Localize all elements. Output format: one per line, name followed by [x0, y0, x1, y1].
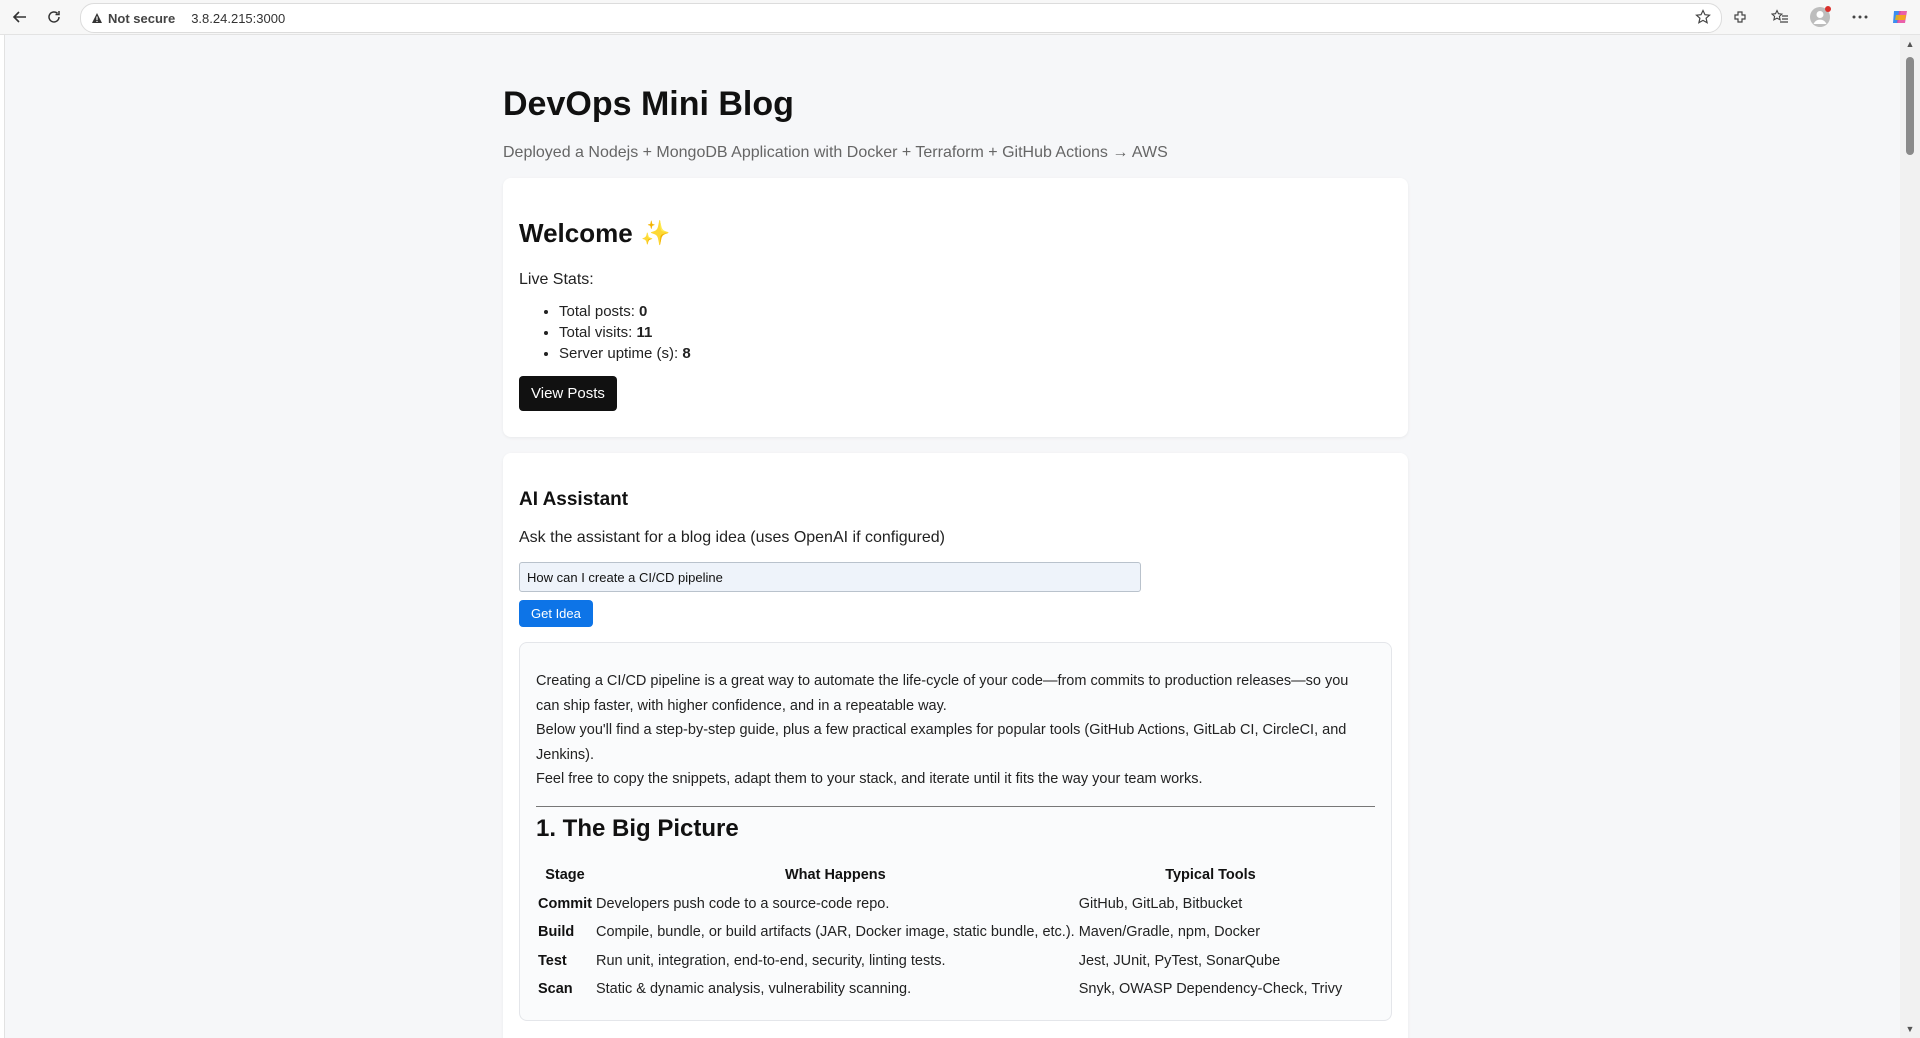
tools-cell: Snyk, OWASP Dependency-Check, Trivy	[1078, 981, 1343, 997]
pipeline-stages-table: Stage What Happens Typical Tools Commit …	[536, 861, 1344, 1004]
tools-cell: Jest, JUnit, PyTest, SonarQube	[1078, 952, 1281, 969]
page-subtitle: Deployed a Nodejs + MongoDB Application …	[503, 144, 1168, 161]
warning-icon	[92, 13, 102, 23]
reload-icon[interactable]	[40, 3, 68, 31]
page-title: DevOps Mini Blog	[503, 85, 794, 123]
ai-assistant-description: Ask the assistant for a blog idea (uses …	[519, 529, 946, 546]
ai-assistant-card: AI Assistant Ask the assistant for a blo…	[503, 453, 1408, 1038]
stage-cell: Build	[538, 924, 575, 940]
column-header: Stage	[545, 867, 585, 883]
view-posts-button[interactable]: View Posts	[519, 376, 617, 411]
extensions-icon[interactable]	[1720, 9, 1760, 25]
stat-total-posts: Total posts: 0	[559, 301, 1392, 322]
favorites-icon[interactable]	[1760, 9, 1800, 25]
stat-value: 11	[636, 324, 653, 341]
back-icon[interactable]	[6, 3, 34, 31]
tools-cell: GitHub, GitLab, Bitbucket	[1078, 895, 1243, 912]
stat-value: 8	[682, 345, 691, 362]
profile-avatar-icon[interactable]	[1800, 6, 1840, 28]
stat-value: 0	[639, 303, 648, 320]
security-label: Not secure	[108, 10, 176, 26]
more-menu-icon[interactable]	[1840, 15, 1880, 19]
page-scrollbar[interactable]: ▲ ▼	[1900, 35, 1920, 1038]
copilot-icon[interactable]	[1880, 7, 1920, 27]
scroll-up-icon[interactable]: ▲	[1905, 39, 1915, 49]
what-cell: Static & dynamic analysis, vulnerability…	[595, 981, 912, 997]
response-paragraph: Feel free to copy the snippets, adapt th…	[536, 771, 1203, 787]
get-idea-button[interactable]: Get Idea	[519, 600, 593, 627]
divider	[536, 805, 1375, 807]
browser-toolbar: Not secure 3.8.24.215:3000	[0, 0, 1920, 35]
stat-label: Total visits:	[559, 324, 637, 341]
table-row: Build Compile, bundle, or build artifact…	[536, 918, 1344, 947]
stat-server-uptime: Server uptime (s): 8	[559, 343, 1392, 364]
stat-label: Total posts:	[559, 303, 640, 320]
welcome-heading-text: Welcome	[519, 218, 633, 248]
star-icon[interactable]	[1695, 9, 1711, 28]
column-header: What Happens	[784, 867, 886, 883]
stage-cell: Commit	[538, 895, 592, 912]
column-header: Typical Tools	[1165, 867, 1256, 883]
response-section-heading: 1. The Big Picture	[536, 814, 739, 842]
response-paragraph: Below you'll find a step-by-step guide, …	[536, 722, 1347, 763]
security-indicator[interactable]: Not secure	[91, 11, 175, 26]
url-text[interactable]: 3.8.24.215:3000	[191, 11, 285, 26]
welcome-heading: Welcome ✨	[519, 218, 1392, 249]
welcome-card: Welcome ✨ Live Stats: Total posts: 0 Tot…	[503, 178, 1408, 437]
table-row: Scan Static & dynamic analysis, vulnerab…	[536, 975, 1344, 1004]
stat-label: Server uptime (s):	[559, 345, 683, 362]
stat-total-visits: Total visits: 11	[559, 322, 1392, 343]
live-stats-label: Live Stats:	[519, 271, 594, 288]
table-row: Test Run unit, integration, end-to-end, …	[536, 947, 1344, 976]
response-paragraph: Creating a CI/CD pipeline is a great way…	[536, 673, 1349, 714]
table-row: Commit Developers push code to a source-…	[536, 890, 1344, 919]
tools-cell: Maven/Gradle, npm, Docker	[1078, 924, 1261, 940]
idea-prompt-input[interactable]	[519, 562, 1141, 592]
what-cell: Compile, bundle, or build artifacts (JAR…	[595, 924, 1075, 940]
stats-list: Total posts: 0 Total visits: 11 Server u…	[519, 301, 1392, 364]
stage-cell: Test	[538, 952, 567, 969]
address-bar[interactable]: Not secure 3.8.24.215:3000	[80, 3, 1722, 33]
assistant-response: Creating a CI/CD pipeline is a great way…	[519, 642, 1392, 1021]
scroll-down-icon[interactable]: ▼	[1905, 1024, 1915, 1034]
sparkles-icon: ✨	[640, 220, 671, 247]
table-header-row: Stage What Happens Typical Tools	[536, 861, 1344, 890]
what-cell: Run unit, integration, end-to-end, secur…	[595, 952, 946, 969]
main-container: DevOps Mini Blog Deployed a Nodejs + Mon…	[503, 35, 1408, 1038]
ai-assistant-heading: AI Assistant	[519, 489, 629, 510]
scrollbar-thumb[interactable]	[1906, 57, 1914, 155]
page-viewport: DevOps Mini Blog Deployed a Nodejs + Mon…	[4, 35, 1901, 1038]
stage-cell: Scan	[538, 981, 573, 997]
what-cell: Developers push code to a source-code re…	[595, 895, 890, 912]
